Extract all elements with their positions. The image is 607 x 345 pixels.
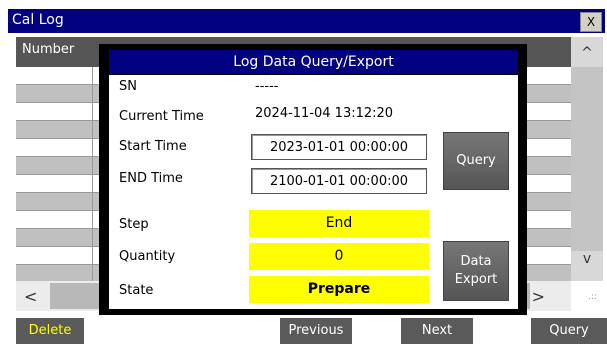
resize-grip-icon[interactable]: .::: [588, 292, 597, 302]
delete-button[interactable]: Delete: [16, 318, 84, 344]
scroll-right-icon[interactable]: >: [532, 287, 545, 306]
scroll-down-icon[interactable]: v: [571, 251, 603, 267]
end-time-input[interactable]: 2100-01-01 00:00:00: [251, 168, 427, 194]
sn-label: SN: [119, 79, 137, 94]
window-title: Cal Log: [12, 12, 64, 28]
start-time-input[interactable]: 2023-01-01 00:00:00: [251, 134, 427, 160]
current-time-label: Current Time: [119, 109, 204, 124]
scroll-left-icon[interactable]: <: [24, 287, 37, 306]
start-time-label: Start Time: [119, 139, 187, 154]
column-header-number[interactable]: Number: [22, 42, 74, 57]
data-export-label-line1: Data: [460, 254, 492, 269]
dialog-body: SN ----- Current Time 2024-11-04 13:12:2…: [109, 75, 518, 309]
scroll-up-icon[interactable]: ^: [571, 45, 603, 61]
data-export-button[interactable]: Data Export: [443, 241, 509, 301]
dialog-query-button[interactable]: Query: [443, 132, 509, 190]
close-button[interactable]: X: [580, 12, 602, 32]
current-time-value: 2024-11-04 13:12:20: [255, 106, 394, 121]
window-title-bar: Cal Log X: [8, 9, 605, 33]
log-query-dialog: Log Data Query/Export SN ----- Current T…: [99, 44, 527, 315]
dialog-title: Log Data Query/Export: [109, 50, 518, 74]
quantity-value: 0: [249, 243, 429, 270]
dialog-query-label: Query: [456, 153, 496, 168]
end-time-label: END Time: [119, 171, 183, 186]
state-label: State: [119, 283, 154, 298]
previous-button[interactable]: Previous: [280, 318, 352, 344]
query-button[interactable]: Query: [531, 318, 607, 344]
sn-value: -----: [255, 79, 279, 94]
vertical-scroll-thumb[interactable]: [571, 67, 603, 251]
vertical-scrollbar[interactable]: ^ v: [571, 37, 603, 281]
next-button[interactable]: Next: [401, 318, 473, 344]
step-label: Step: [119, 217, 149, 232]
data-export-label-line2: Export: [454, 272, 498, 287]
quantity-label: Quantity: [119, 249, 176, 264]
state-value: Prepare: [249, 276, 429, 303]
column-divider: [92, 67, 93, 281]
step-value: End: [249, 210, 429, 237]
